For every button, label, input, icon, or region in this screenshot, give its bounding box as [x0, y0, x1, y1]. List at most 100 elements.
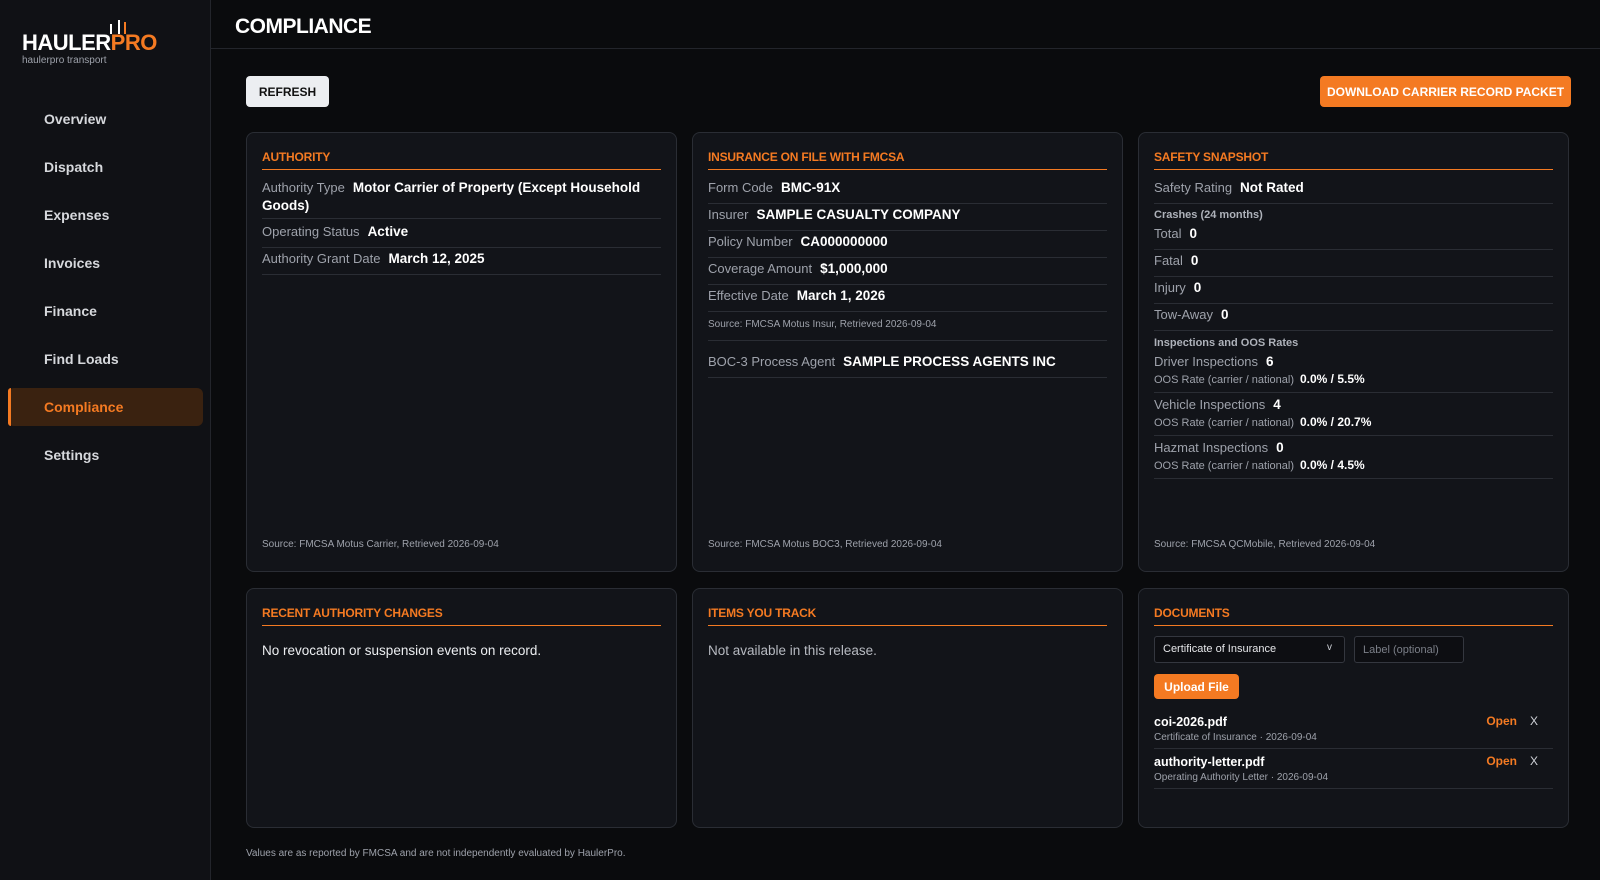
open-document-button[interactable]: Open: [1486, 754, 1517, 768]
coverage-amount-row: Coverage Amount $1,000,000: [708, 260, 1107, 285]
sidebar-nav: Overview Dispatch Expenses Invoices Fina…: [8, 100, 203, 484]
operating-status-row: Operating Status Active: [262, 223, 661, 248]
sidebar-item-invoices[interactable]: Invoices: [8, 244, 203, 282]
upload-file-button[interactable]: Upload File: [1154, 674, 1239, 699]
vehicle-inspections-row: Vehicle Inspections 4 OOS Rate (carrier /…: [1154, 396, 1553, 436]
authority-card: AUTHORITY Authority Type Motor Carrier of…: [246, 132, 677, 572]
sidebar-item-find-loads[interactable]: Find Loads: [8, 340, 203, 378]
chevron-down-icon: v: [1327, 642, 1332, 653]
sidebar-item-dispatch[interactable]: Dispatch: [8, 148, 203, 186]
delete-document-button[interactable]: X: [1530, 714, 1538, 728]
sidebar-item-settings[interactable]: Settings: [8, 436, 203, 474]
field-value: March 12, 2025: [388, 251, 485, 266]
safety-rating-row: Safety Rating Not Rated: [1154, 179, 1553, 204]
crash-injury-row: Injury 0: [1154, 279, 1553, 304]
oos-value: 0.0% / 4.5%: [1300, 458, 1365, 472]
crashes-heading: Crashes (24 months): [1154, 209, 1263, 221]
field-value: BMC-91X: [781, 180, 841, 195]
field-label: Authority Grant Date: [262, 251, 381, 266]
sidebar: HAULERPRO haulerpro transport Overview D…: [0, 0, 211, 880]
oos-value: 0.0% / 20.7%: [1300, 415, 1372, 429]
field-label: Effective Date: [708, 288, 789, 303]
field-label: Policy Number: [708, 234, 793, 249]
open-document-button[interactable]: Open: [1486, 714, 1517, 728]
insurance-card: INSURANCE ON FILE WITH FMCSA Form Code BM…: [692, 132, 1123, 572]
page-title: COMPLIANCE: [235, 15, 372, 38]
document-row: authority-letter.pdf Operating Authority…: [1154, 749, 1553, 789]
document-meta: Operating Authority Letter · 2026-09-04: [1154, 772, 1329, 783]
field-label: Safety Rating: [1154, 180, 1233, 195]
authority-changes-card: RECENT AUTHORITY CHANGES No revocation o…: [246, 588, 677, 828]
field-value: 0: [1190, 253, 1199, 268]
crash-fatal-row: Fatal 0: [1154, 252, 1553, 277]
field-label: Injury: [1154, 280, 1186, 295]
card-title: RECENT AUTHORITY CHANGES: [262, 606, 661, 626]
card-title: SAFETY SNAPSHOT: [1154, 150, 1553, 170]
driver-inspections-row: Driver Inspections 6 OOS Rate (carrier / …: [1154, 353, 1553, 393]
field-label: Driver Inspections: [1154, 354, 1259, 369]
field-value: CA000000000: [800, 234, 888, 249]
field-label: Insurer: [708, 207, 749, 222]
effective-date-row: Effective Date March 1, 2026: [708, 287, 1107, 312]
field-value: Active: [367, 224, 409, 239]
document-type-value: Certificate of Insurance: [1163, 643, 1277, 655]
field-label: Form Code: [708, 180, 774, 195]
source-note: Source: FMCSA Motus Carrier, Retrieved 2…: [262, 539, 499, 550]
document-row: coi-2026.pdf Certificate of Insurance · …: [1154, 709, 1553, 749]
field-value: 0: [1193, 280, 1202, 295]
document-name: authority-letter.pdf: [1154, 755, 1265, 769]
field-value: 0: [1189, 226, 1197, 241]
sidebar-item-compliance[interactable]: Compliance: [8, 388, 203, 426]
field-label: Vehicle Inspections: [1154, 397, 1266, 412]
document-label-input[interactable]: [1354, 636, 1464, 663]
field-value: 0: [1276, 440, 1284, 455]
field-value: SAMPLE CASUALTY COMPANY: [756, 207, 961, 222]
sidebar-item-label: Overview: [44, 111, 107, 127]
brand-subtitle: haulerpro transport: [22, 55, 107, 66]
field-value: 4: [1273, 397, 1281, 412]
card-title: ITEMS YOU TRACK: [708, 606, 1107, 626]
form-code-row: Form Code BMC-91X: [708, 179, 1107, 204]
field-value: $1,000,000: [820, 261, 888, 276]
sidebar-item-label: Expenses: [44, 207, 110, 223]
field-label: Operating Status: [262, 224, 360, 239]
insurer-row: Insurer SAMPLE CASUALTY COMPANY: [708, 206, 1107, 231]
oos-label: OOS Rate (carrier / national): [1154, 374, 1294, 386]
sidebar-item-finance[interactable]: Finance: [8, 292, 203, 330]
sidebar-item-expenses[interactable]: Expenses: [8, 196, 203, 234]
sidebar-item-label: Finance: [44, 303, 97, 319]
authority-grant-date-row: Authority Grant Date March 12, 2025: [262, 250, 661, 275]
field-label: Tow-Away: [1154, 307, 1214, 322]
document-type-select[interactable]: Certificate of Insurance v: [1154, 636, 1345, 663]
refresh-button[interactable]: REFRESH: [246, 76, 329, 107]
brand-wordmark: HAULERPRO: [22, 30, 157, 55]
sidebar-item-label: Find Loads: [44, 351, 119, 367]
empty-state-text: No revocation or suspension events on re…: [262, 643, 542, 658]
crash-total-row: Total 0: [1154, 225, 1553, 250]
sidebar-item-label: Compliance: [44, 399, 124, 415]
field-value: Not Rated: [1240, 180, 1304, 195]
sidebar-item-label: Dispatch: [44, 159, 104, 175]
field-label: Fatal: [1154, 253, 1183, 268]
delete-document-button[interactable]: X: [1530, 754, 1538, 768]
hazmat-inspections-row: Hazmat Inspections 0 OOS Rate (carrier / …: [1154, 439, 1553, 479]
field-label: BOC-3 Process Agent: [708, 354, 836, 369]
oos-label: OOS Rate (carrier / national): [1154, 417, 1294, 429]
field-label: Total: [1154, 226, 1182, 241]
oos-label: OOS Rate (carrier / national): [1154, 460, 1294, 472]
source-note: Source: FMCSA QCMobile, Retrieved 2026-0…: [1154, 539, 1376, 550]
source-note: Source: FMCSA Motus Insur, Retrieved 202…: [708, 319, 937, 330]
boc3-agent-row: BOC-3 Process Agent SAMPLE PROCESS AGENTS…: [708, 353, 1107, 378]
sidebar-item-label: Invoices: [44, 255, 101, 271]
sidebar-item-label: Settings: [44, 447, 100, 463]
inspections-heading: Inspections and OOS Rates: [1154, 337, 1299, 349]
field-value: 0: [1221, 307, 1229, 322]
authority-type-row: Authority Type Motor Carrier of Property …: [262, 179, 661, 219]
crash-towaway-row: Tow-Away 0: [1154, 306, 1553, 331]
brand-logo[interactable]: HAULERPRO haulerpro transport: [22, 20, 157, 66]
field-label: Coverage Amount: [708, 261, 813, 276]
download-carrier-packet-button[interactable]: DOWNLOAD CARRIER RECORD PACKET: [1320, 76, 1571, 107]
disclaimer-note: Values are as reported by FMCSA and are …: [246, 848, 626, 859]
source-note: Source: FMCSA Motus BOC3, Retrieved 2026…: [708, 539, 942, 550]
sidebar-item-overview[interactable]: Overview: [8, 100, 203, 138]
